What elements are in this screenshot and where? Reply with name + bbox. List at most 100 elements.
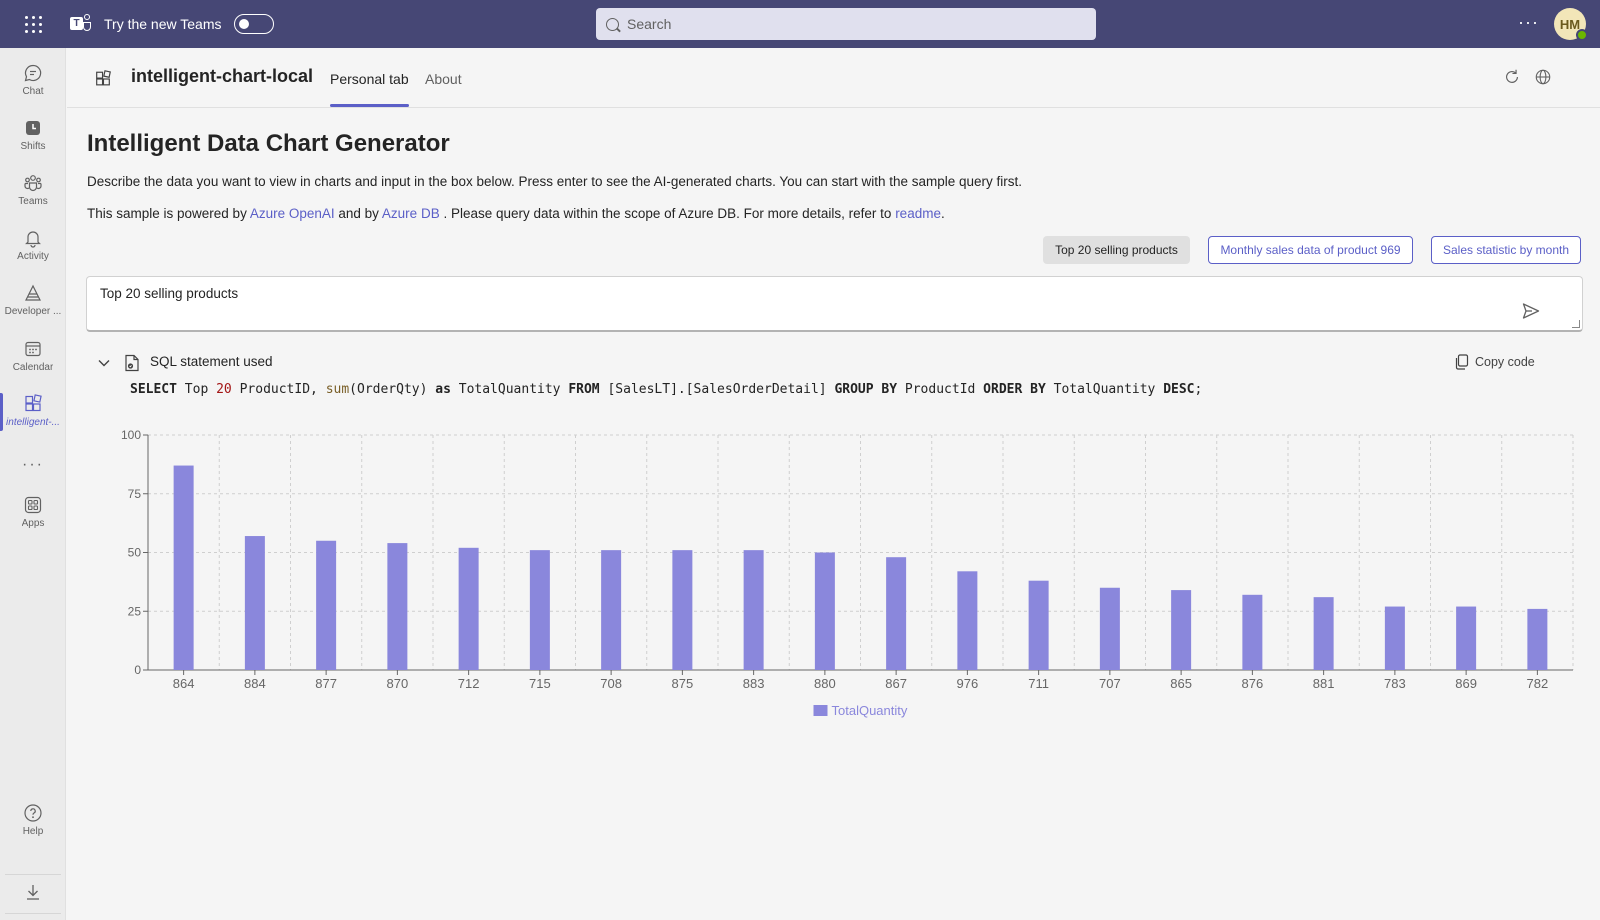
sql-section-header[interactable]: SQL statement used Copy code: [97, 352, 1583, 374]
x-tick-label: 783: [1384, 676, 1406, 691]
sample-query-chip[interactable]: Top 20 selling products: [1043, 236, 1190, 264]
chart-bar: [244, 536, 265, 670]
rail-item-activity[interactable]: Activity: [0, 219, 66, 271]
x-tick-label: 883: [743, 676, 765, 691]
copy-code-label: Copy code: [1475, 355, 1535, 369]
page-title: Intelligent Data Chart Generator: [87, 130, 450, 157]
more-options-button[interactable]: ···: [1518, 12, 1539, 33]
x-tick-label: 884: [244, 676, 266, 691]
copy-icon: [1455, 354, 1469, 370]
rail-item-developer-portal[interactable]: Developer ...: [0, 274, 66, 326]
chart-bar: [458, 547, 479, 670]
send-icon[interactable]: [1521, 301, 1541, 326]
powered-by-text: This sample is powered by Azure OpenAI a…: [87, 206, 945, 221]
chevron-down-icon[interactable]: [97, 356, 111, 375]
chat-icon: [23, 63, 43, 83]
description-text: Describe the data you want to view in ch…: [87, 174, 1023, 189]
x-tick-label: 881: [1313, 676, 1335, 691]
rail-item-teams[interactable]: Teams: [0, 164, 66, 216]
chart-bar: [1171, 590, 1192, 670]
download-mobile-app-button[interactable]: [5, 874, 61, 914]
x-tick-label: 711: [1028, 676, 1049, 691]
avatar[interactable]: HM: [1554, 8, 1588, 41]
x-tick-label: 880: [814, 676, 836, 691]
x-tick-label: 708: [600, 676, 622, 691]
chart-bar: [1242, 594, 1263, 670]
presence-available-icon: [1576, 29, 1588, 41]
teams-icon: [23, 173, 43, 193]
rail-label: Activity: [17, 251, 49, 262]
search-box[interactable]: Search: [596, 8, 1096, 40]
shifts-icon: [23, 118, 43, 138]
tab-about[interactable]: About: [425, 71, 462, 87]
chart-bar: [601, 550, 622, 670]
rail-item-shifts[interactable]: Shifts: [0, 109, 66, 161]
chart-bar: [1313, 597, 1334, 670]
tab-content: Intelligent Data Chart Generator Describ…: [67, 108, 1600, 920]
y-tick-label: 0: [134, 663, 141, 677]
help-icon: [23, 803, 43, 823]
x-tick-label: 976: [957, 676, 979, 691]
rail-item-chat[interactable]: Chat: [0, 54, 66, 106]
app-grid-icon: [23, 394, 43, 414]
legend-label: TotalQuantity: [832, 703, 908, 718]
x-tick-label: 870: [387, 676, 409, 691]
active-tab-indicator: [330, 104, 409, 107]
refresh-icon[interactable]: [1503, 68, 1521, 91]
chart-bar: [957, 571, 978, 670]
chart-bar: [672, 550, 693, 670]
try-new-teams-label: Try the new Teams: [104, 16, 222, 32]
copy-code-button[interactable]: Copy code: [1455, 354, 1535, 370]
rail-item-help[interactable]: Help: [0, 794, 66, 846]
azure-openai-link[interactable]: Azure OpenAI: [250, 206, 335, 221]
search-input[interactable]: Search: [627, 16, 671, 32]
x-tick-label: 869: [1455, 676, 1477, 691]
bell-icon: [23, 228, 43, 248]
tab-header: intelligent-chart-local Personal tab Abo…: [67, 48, 1600, 108]
rail-label: Developer ...: [4, 306, 62, 317]
chart-bar: [1384, 606, 1405, 670]
sql-statement-label: SQL statement used: [150, 354, 273, 369]
chart-bar: [886, 557, 907, 670]
search-icon: [606, 17, 619, 31]
chart-bar: [387, 543, 408, 670]
app-icon: [94, 70, 112, 93]
app-launcher-button[interactable]: [0, 0, 66, 48]
rail-label: Teams: [18, 196, 48, 207]
try-new-teams-toggle[interactable]: [233, 14, 274, 34]
rail-more-apps-button[interactable]: ···: [0, 456, 66, 474]
waffle-icon: [24, 15, 42, 33]
query-textarea[interactable]: Top 20 selling products: [86, 276, 1583, 332]
rail-label: Help: [22, 826, 44, 837]
rail-label: Chat: [22, 86, 44, 97]
y-tick-label: 100: [121, 430, 141, 442]
resize-handle-icon[interactable]: [1572, 320, 1580, 328]
sql-code-block: SELECT Top 20 ProductID, sum(OrderQty) a…: [130, 382, 1203, 397]
rail-label: intelligent-...: [6, 417, 60, 428]
x-tick-label: 712: [458, 676, 480, 691]
developer-portal-icon: [23, 283, 43, 303]
x-tick-label: 877: [315, 676, 337, 691]
x-tick-label: 715: [529, 676, 551, 691]
x-tick-label: 782: [1527, 676, 1549, 691]
y-tick-label: 25: [128, 604, 142, 618]
rail-item-intelligent-chart[interactable]: intelligent-...: [0, 385, 66, 437]
rail-item-apps[interactable]: Apps: [0, 486, 66, 538]
sample-query-chip[interactable]: Monthly sales data of product 969: [1208, 236, 1413, 264]
y-tick-label: 50: [128, 546, 142, 560]
readme-link[interactable]: readme: [895, 206, 941, 221]
app-rail: Chat Shifts Teams Activity Developer ...…: [0, 48, 66, 920]
sample-query-chip[interactable]: Sales statistic by month: [1431, 236, 1581, 264]
rail-item-calendar[interactable]: Calendar: [0, 330, 66, 382]
chart-bar: [1456, 606, 1477, 670]
globe-icon[interactable]: [1534, 68, 1552, 91]
x-tick-label: 865: [1170, 676, 1192, 691]
avatar-initials: HM: [1559, 16, 1581, 32]
azure-db-link[interactable]: Azure DB: [382, 206, 440, 221]
sql-document-icon: [124, 354, 140, 377]
chart-bar: [1527, 608, 1548, 670]
chart-bar: [316, 540, 337, 670]
chart-bar: [173, 465, 194, 670]
tab-personal[interactable]: Personal tab: [330, 71, 409, 87]
rail-label: Shifts: [20, 141, 46, 152]
